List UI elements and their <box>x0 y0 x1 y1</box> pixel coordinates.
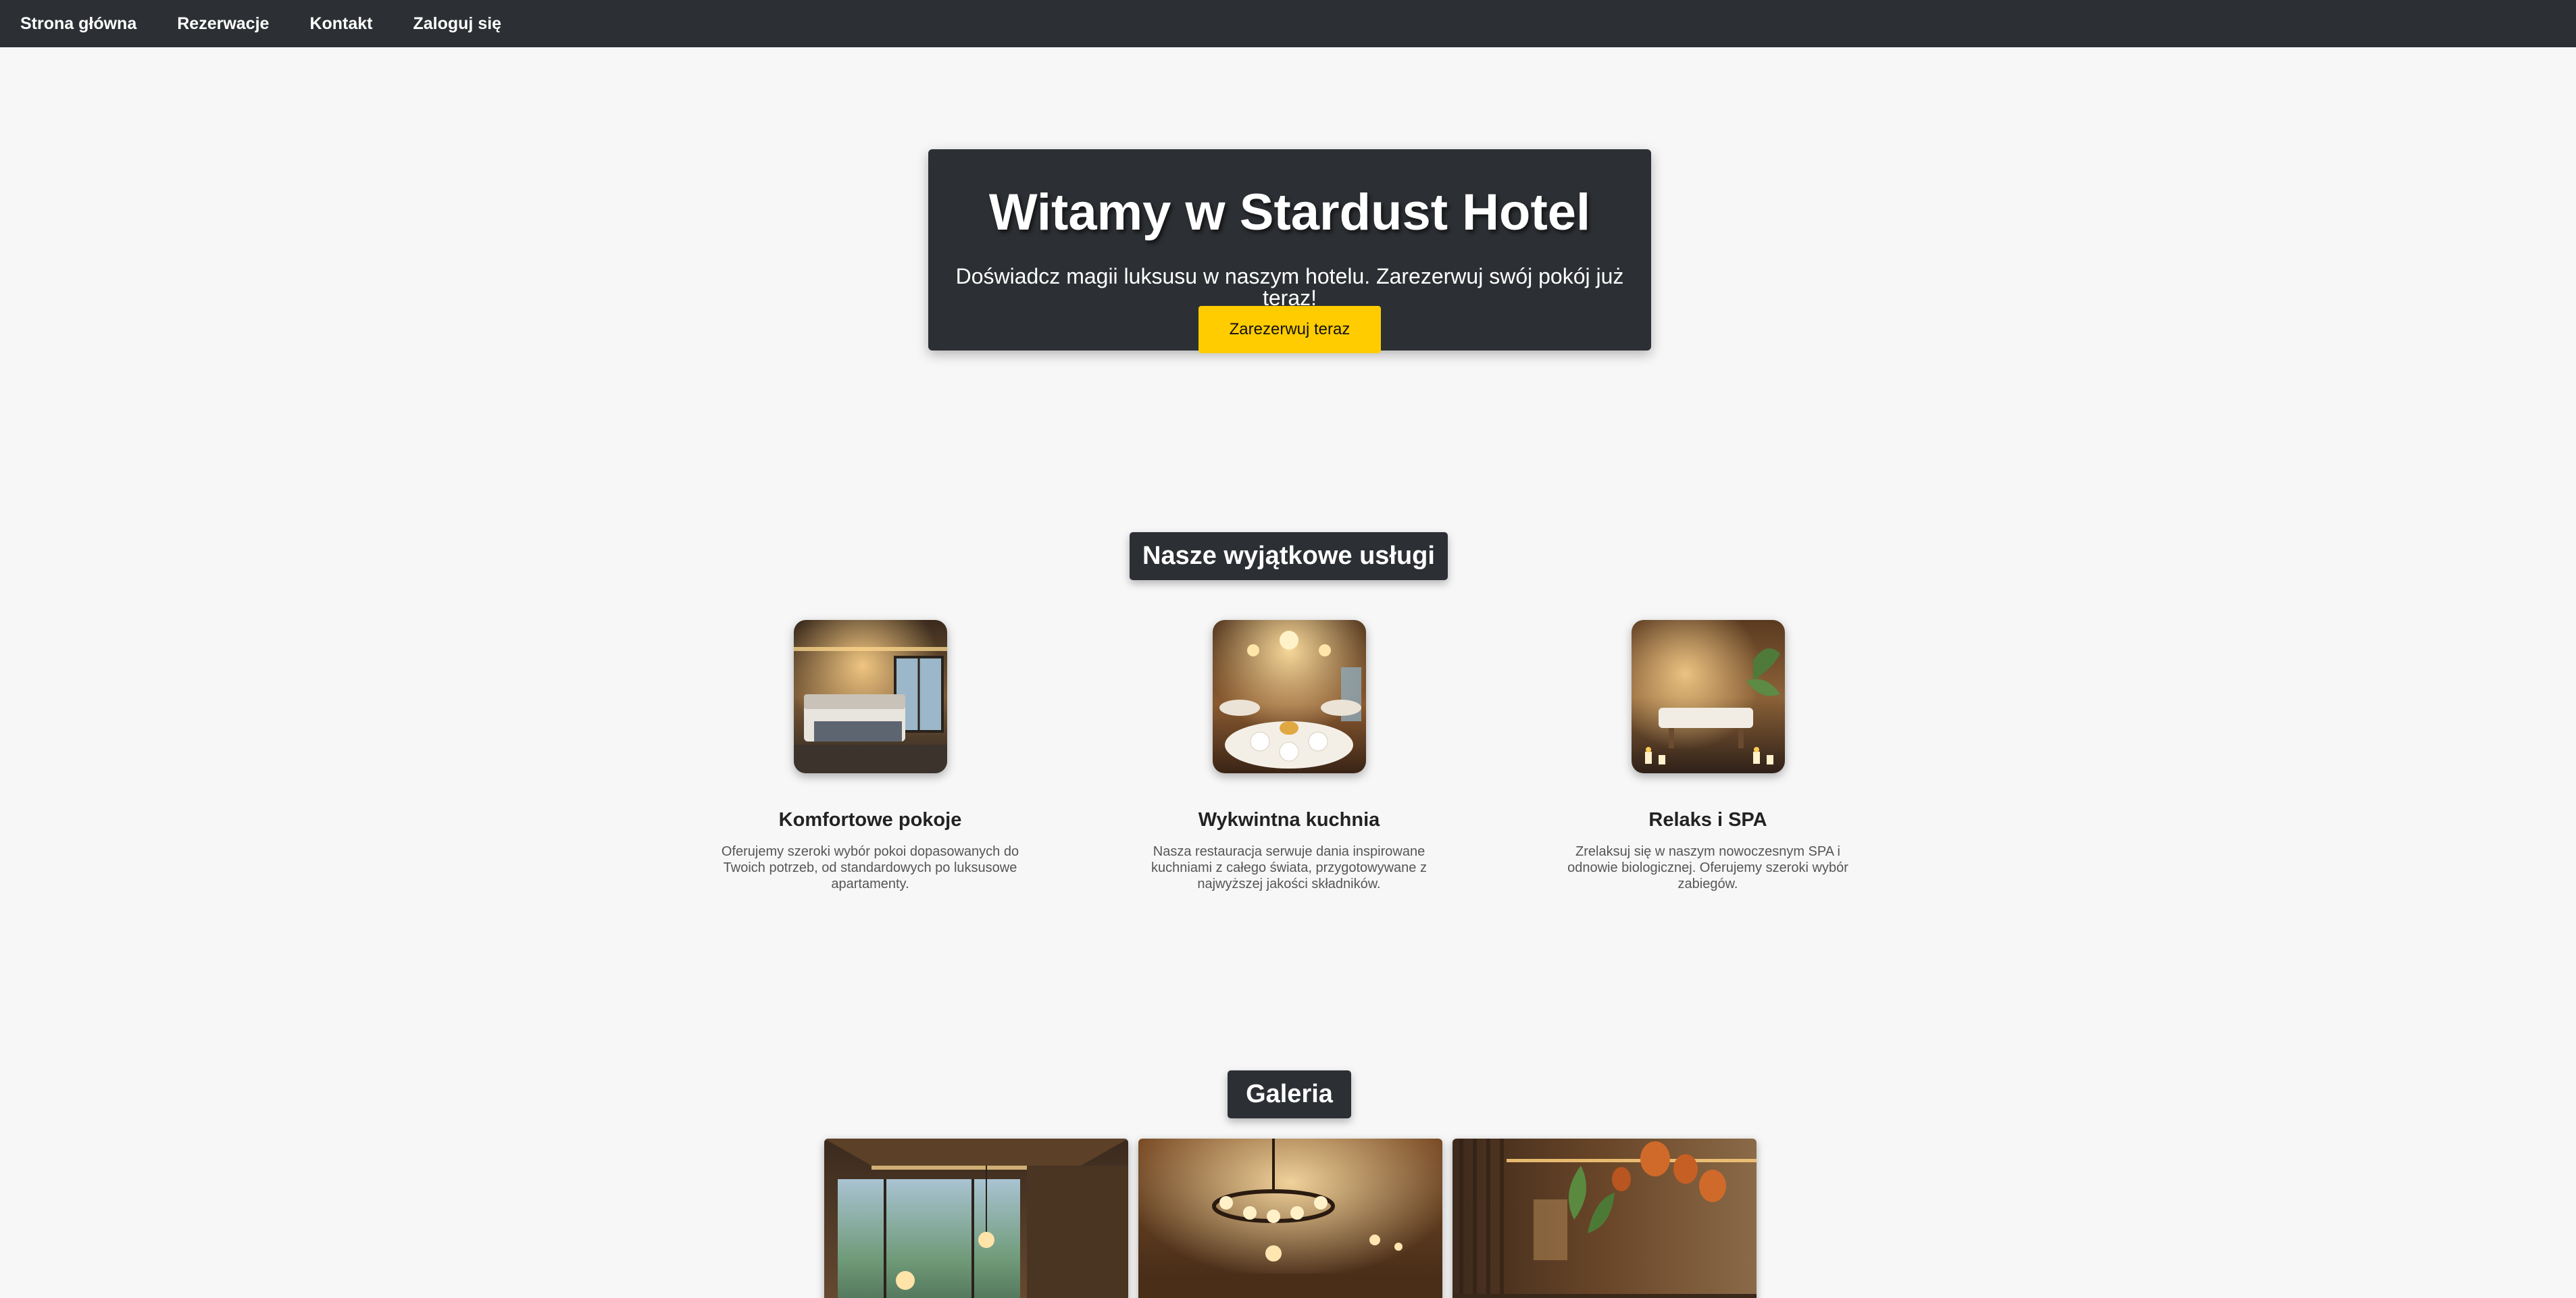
nav-link-login[interactable]: Zaloguj się <box>413 14 502 34</box>
page: Strona główna Rezerwacje Kontakt Zaloguj… <box>0 0 2576 1298</box>
gallery-image-lounge[interactable] <box>1453 1139 1757 1298</box>
gallery-image-lobby[interactable] <box>824 1139 1128 1298</box>
service-name: Relaks i SPA <box>1648 809 1767 831</box>
nav-link-reservations[interactable]: Rezerwacje <box>177 14 269 34</box>
spa-photo <box>1631 620 1785 773</box>
nav-link-home[interactable]: Strona główna <box>20 14 136 34</box>
top-navbar: Strona główna Rezerwacje Kontakt Zaloguj… <box>0 0 2576 47</box>
hero-subtitle: Doświadcz magii luksusu w naszym hotelu.… <box>955 264 1624 310</box>
hero-banner: Witamy w Stardust Hotel Doświadcz magii … <box>928 149 1651 353</box>
service-card-rooms: Komfortowe pokoje Oferujemy szeroki wybó… <box>708 620 1032 892</box>
gallery-title: Galeria <box>1228 1070 1351 1118</box>
hotel-room-photo <box>793 620 947 773</box>
service-description: Nasza restauracja serwuje dania inspirow… <box>1151 844 1427 891</box>
service-description: Zrelaksuj się w naszym nowoczesnym SPA i… <box>1567 844 1848 891</box>
nav-link-contact[interactable]: Kontakt <box>309 14 372 34</box>
service-card-spa: Relaks i SPA Zrelaksuj się w naszym nowo… <box>1546 620 1870 892</box>
service-card-cuisine: Wykwintna kuchnia Nasza restauracja serw… <box>1127 620 1451 892</box>
service-name: Wykwintna kuchnia <box>1198 809 1380 831</box>
hero-title: Witamy w Stardust Hotel <box>988 184 1591 241</box>
service-name: Komfortowe pokoje <box>778 809 962 831</box>
book-now-button[interactable]: Zarezerwuj teraz <box>1198 306 1381 353</box>
gallery-image-dining-hall[interactable] <box>1138 1139 1442 1298</box>
restaurant-photo <box>1212 620 1366 773</box>
services-title: Nasze wyjątkowe usługi <box>1130 532 1448 580</box>
service-description: Oferujemy szeroki wybór pokoi dopasowany… <box>721 844 1019 891</box>
